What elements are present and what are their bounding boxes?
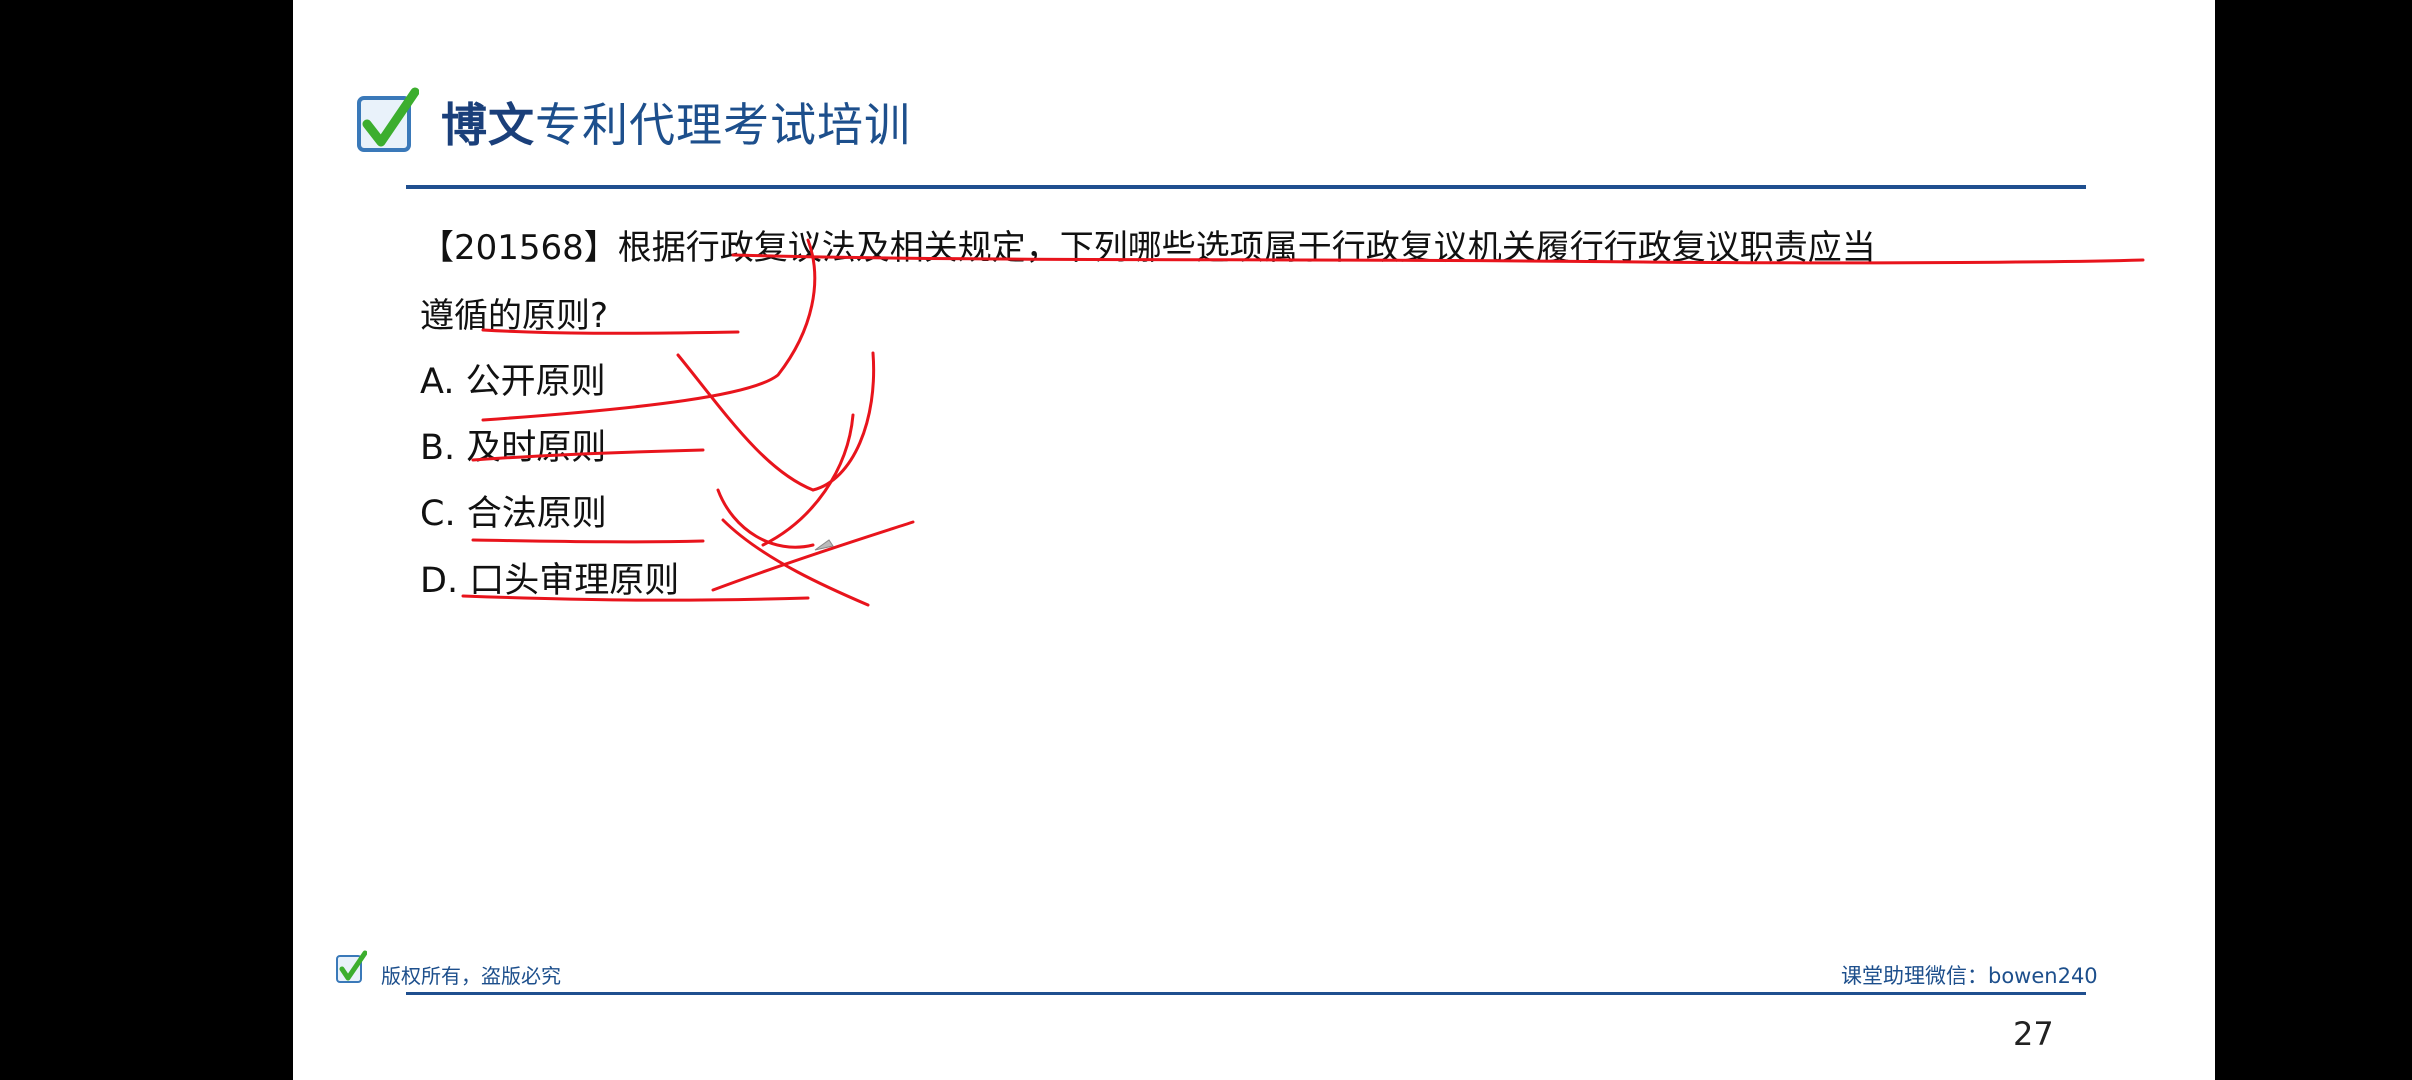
question-line-1: 【201568】根据行政复议法及相关规定，下列哪些选项属于行政复议机关履行行政复… [420, 228, 1876, 268]
footer-checkmark-icon [335, 950, 368, 986]
red-pen-annotations [461, 238, 2145, 607]
header-divider [406, 185, 2086, 189]
footer-wechat-contact: 课堂助理微信：bowen240 [1841, 964, 2098, 988]
question-text: 【201568】根据行政复议法及相关规定，下列哪些选项属于行政复议机关履行行政复… [420, 214, 2060, 350]
footer-copyright: 版权所有，盗版必究 [381, 964, 561, 988]
checkmark-logo-icon [353, 86, 420, 158]
page-number: 27 [2013, 1015, 2054, 1053]
option-b: B. 及时原则 [420, 428, 607, 468]
option-a: A. 公开原则 [420, 362, 606, 402]
footer-divider [406, 992, 2086, 995]
brand-header: 博文专利代理考试培训 [353, 82, 911, 162]
brand-title: 博文专利代理考试培训 [441, 98, 911, 152]
option-c: C. 合法原则 [420, 494, 607, 534]
slide: 博文专利代理考试培训 【201568】根据行政复议法及相关规定，下列哪些选项属于… [293, 0, 2215, 1080]
option-d: D. 口头审理原则 [420, 561, 680, 601]
question-line-2: 遵循的原则? [420, 296, 609, 336]
